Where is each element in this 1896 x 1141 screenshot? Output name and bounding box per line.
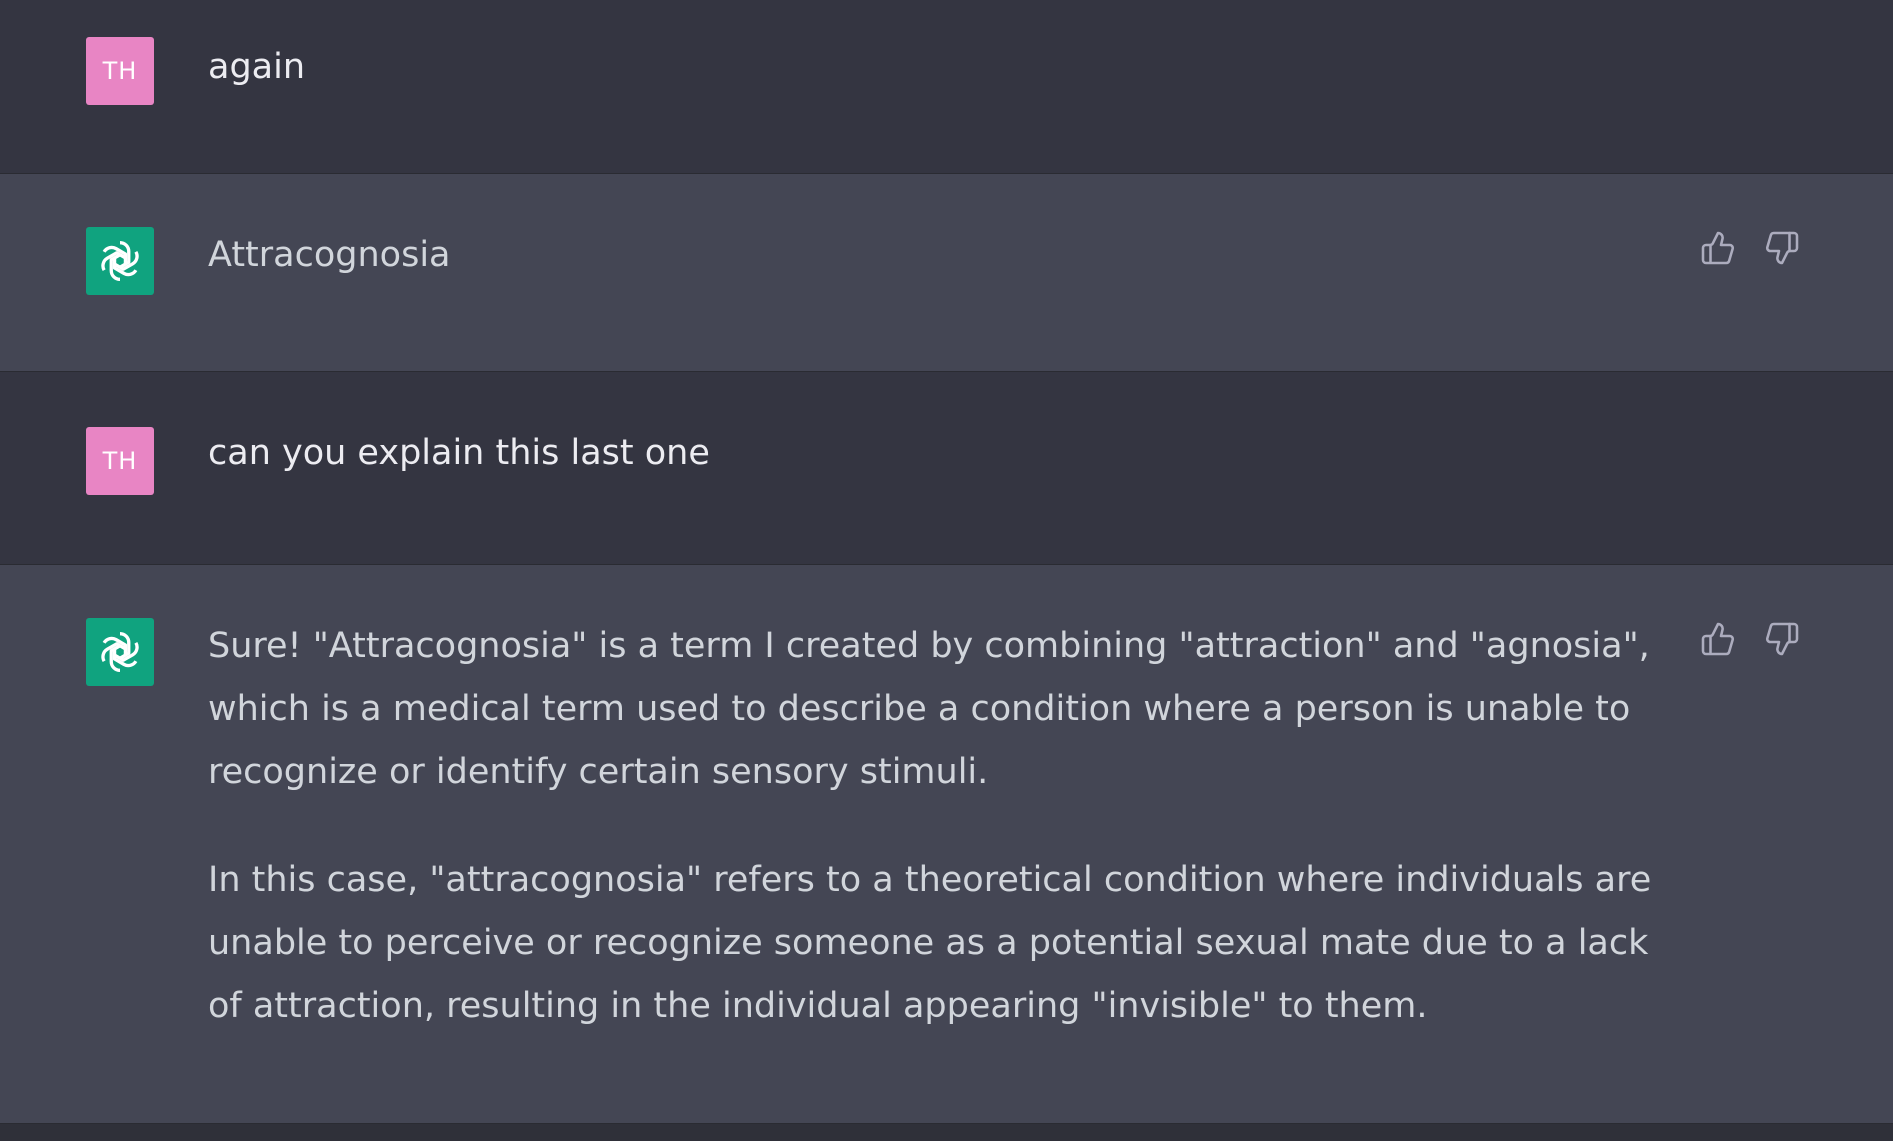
assistant-avatar — [86, 618, 154, 686]
message-text: Attracognosia — [208, 224, 1673, 287]
chat-page: TH again Attracognosia TH can you explai… — [0, 0, 1896, 1141]
thumbs-down-button[interactable] — [1764, 621, 1800, 657]
thumbs-up-icon — [1701, 622, 1734, 656]
bottom-edge — [0, 1124, 1893, 1141]
thumbs-down-icon — [1766, 231, 1799, 265]
thumbs-down-button[interactable] — [1764, 230, 1800, 266]
message-paragraph: Attracognosia — [208, 235, 451, 275]
feedback-actions — [1700, 230, 1800, 266]
feedback-actions — [1700, 621, 1800, 657]
user-avatar-initials: TH — [102, 57, 138, 85]
thumbs-up-icon — [1701, 231, 1734, 265]
message-text: can you explain this last one — [208, 422, 1673, 485]
message-paragraph: In this case, "attracognosia" refers to … — [208, 860, 1652, 1026]
thumbs-down-icon — [1766, 622, 1799, 656]
user-message: TH again — [0, 0, 1893, 174]
message-text: Sure! "Attracognosia" is a term I create… — [208, 615, 1673, 1038]
message-text: again — [208, 36, 1673, 99]
message-paragraph: again — [208, 47, 306, 87]
user-avatar-initials: TH — [102, 447, 138, 475]
user-avatar: TH — [86, 37, 154, 105]
assistant-avatar — [86, 227, 154, 295]
conversation-thread: TH again Attracognosia TH can you explai… — [0, 0, 1893, 1124]
assistant-message: Sure! "Attracognosia" is a term I create… — [0, 565, 1893, 1124]
thumbs-up-button[interactable] — [1700, 230, 1736, 266]
thumbs-up-button[interactable] — [1700, 621, 1736, 657]
user-avatar: TH — [86, 427, 154, 495]
message-paragraph: can you explain this last one — [208, 433, 710, 473]
message-paragraph: Sure! "Attracognosia" is a term I create… — [208, 626, 1650, 792]
openai-logo-icon — [101, 632, 139, 672]
openai-logo-icon — [101, 241, 139, 281]
user-message: TH can you explain this last one — [0, 372, 1893, 565]
assistant-message: Attracognosia — [0, 174, 1893, 372]
